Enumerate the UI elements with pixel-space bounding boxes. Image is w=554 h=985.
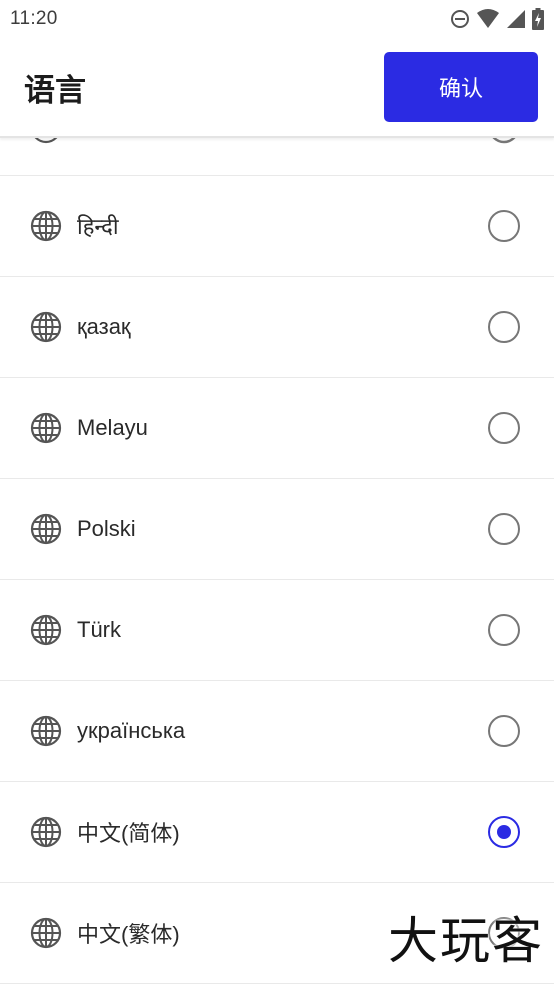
radio-button-unchecked[interactable] (488, 412, 520, 444)
status-bar: 11:20 (0, 0, 554, 38)
radio-button-unchecked[interactable] (488, 311, 520, 343)
language-label: Polski (77, 516, 136, 541)
globe-icon (30, 210, 62, 242)
list-item-partial[interactable] (0, 138, 554, 176)
wifi-icon (477, 9, 499, 28)
globe-icon (30, 917, 62, 949)
radio-button-unchecked[interactable] (488, 715, 520, 747)
globe-icon (30, 311, 62, 343)
globe-icon (30, 412, 62, 444)
language-label: Türk (77, 617, 121, 642)
radio-button-unchecked[interactable] (488, 614, 520, 646)
watermark: 大玩客 (388, 912, 544, 970)
radio-button-unchecked[interactable] (488, 210, 520, 242)
language-item-1[interactable]: қазақ (0, 277, 554, 378)
language-item-4[interactable]: Türk (0, 580, 554, 681)
battery-charging-icon (532, 8, 544, 30)
status-time: 11:20 (10, 8, 58, 29)
signal-icon (507, 10, 525, 28)
globe-icon (30, 816, 62, 848)
globe-icon (30, 715, 62, 747)
radio-button-checked[interactable] (488, 816, 520, 848)
globe-icon (30, 614, 62, 646)
language-item-0[interactable]: हिन्दी (0, 176, 554, 277)
globe-icon (30, 138, 62, 144)
screen: 11:20 语言 确认 हिन्दी қазақ Melayu Polski T… (0, 0, 554, 985)
app-header: 语言 确认 (0, 38, 554, 138)
globe-icon (30, 513, 62, 545)
page-title: 语言 (24, 72, 86, 108)
language-label: 中文(繁体) (77, 922, 180, 947)
language-label: हिन्दी (77, 214, 119, 239)
language-label: қазақ (77, 314, 131, 339)
language-label: українська (77, 718, 186, 743)
language-item-2[interactable]: Melayu (0, 378, 554, 479)
radio-button-unchecked[interactable] (488, 513, 520, 545)
language-item-5[interactable]: українська (0, 681, 554, 782)
language-item-3[interactable]: Polski (0, 479, 554, 580)
status-icons (450, 8, 544, 30)
do-not-disturb-icon (451, 10, 469, 28)
language-label: 中文(简体) (77, 821, 180, 846)
confirm-button[interactable]: 确认 (384, 52, 538, 122)
language-list[interactable]: हिन्दी қазақ Melayu Polski Türk українсь… (0, 138, 554, 985)
radio-button-partial[interactable] (488, 138, 520, 144)
language-item-6[interactable]: 中文(简体) (0, 782, 554, 883)
language-label: Melayu (77, 415, 148, 440)
